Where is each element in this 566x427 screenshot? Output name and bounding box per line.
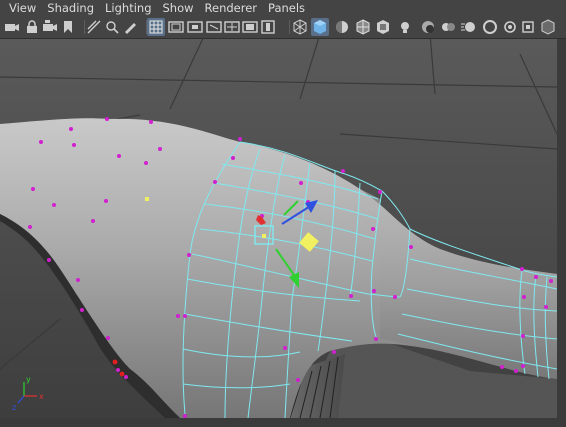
menu-lighting[interactable]: Lighting <box>102 0 154 16</box>
all-lights-icon[interactable] <box>396 18 414 36</box>
safe-action-icon[interactable] <box>241 18 259 36</box>
screen-space-ao-icon[interactable] <box>439 18 457 36</box>
film-gate-icon[interactable] <box>167 18 185 36</box>
xray-icon[interactable] <box>539 18 557 36</box>
toolbar-separator <box>289 20 290 34</box>
menu-show[interactable]: Show <box>160 0 197 16</box>
menu-renderer[interactable]: Renderer <box>202 0 261 16</box>
center-dot <box>262 234 266 238</box>
isolate-select-icon[interactable] <box>519 18 537 36</box>
viewport-3d[interactable]: y x z <box>0 39 557 418</box>
textured-icon[interactable] <box>374 18 392 36</box>
2d-pan-zoom-icon[interactable] <box>103 18 121 36</box>
gate-mask-icon[interactable] <box>205 18 223 36</box>
motion-blur-icon[interactable] <box>459 18 477 36</box>
axis-z-label: z <box>12 403 16 412</box>
bookmark-icon[interactable] <box>59 18 77 36</box>
field-chart-icon[interactable] <box>223 18 241 36</box>
use-default-material-icon[interactable] <box>333 18 351 36</box>
safe-title-icon[interactable] <box>259 18 277 36</box>
grid-icon[interactable] <box>147 18 165 36</box>
vertical-scrollbar[interactable] <box>557 39 566 427</box>
smooth-shade-icon[interactable] <box>311 18 329 36</box>
shadows-icon[interactable] <box>419 18 437 36</box>
wireframe-on-shaded-icon[interactable] <box>354 18 372 36</box>
wireframe-icon[interactable] <box>291 18 309 36</box>
camera-lock-icon[interactable] <box>23 18 41 36</box>
toolbar-separator <box>84 20 85 34</box>
axis-y-label: y <box>26 375 31 384</box>
horizontal-scrollbar[interactable] <box>0 418 557 427</box>
panel-toolbar <box>0 16 566 39</box>
menu-view[interactable]: View <box>6 0 39 16</box>
image-plane-icon[interactable] <box>85 18 103 36</box>
menu-bar: View Shading Lighting Show Renderer Panels <box>0 0 566 16</box>
camera-select-icon[interactable] <box>3 18 21 36</box>
axis-x-label: x <box>39 392 44 401</box>
face-center-marker <box>145 197 149 201</box>
camera-attributes-icon[interactable] <box>41 18 59 36</box>
menu-panels[interactable]: Panels <box>265 0 308 16</box>
multisample-aa-icon[interactable] <box>481 18 499 36</box>
toolbar-separator <box>146 20 147 34</box>
scene-canvas[interactable]: y x z <box>0 39 557 418</box>
resolution-gate-icon[interactable] <box>186 18 204 36</box>
depth-of-field-icon[interactable] <box>501 18 519 36</box>
menu-shading[interactable]: Shading <box>44 0 97 16</box>
grease-pencil-icon[interactable] <box>121 18 139 36</box>
